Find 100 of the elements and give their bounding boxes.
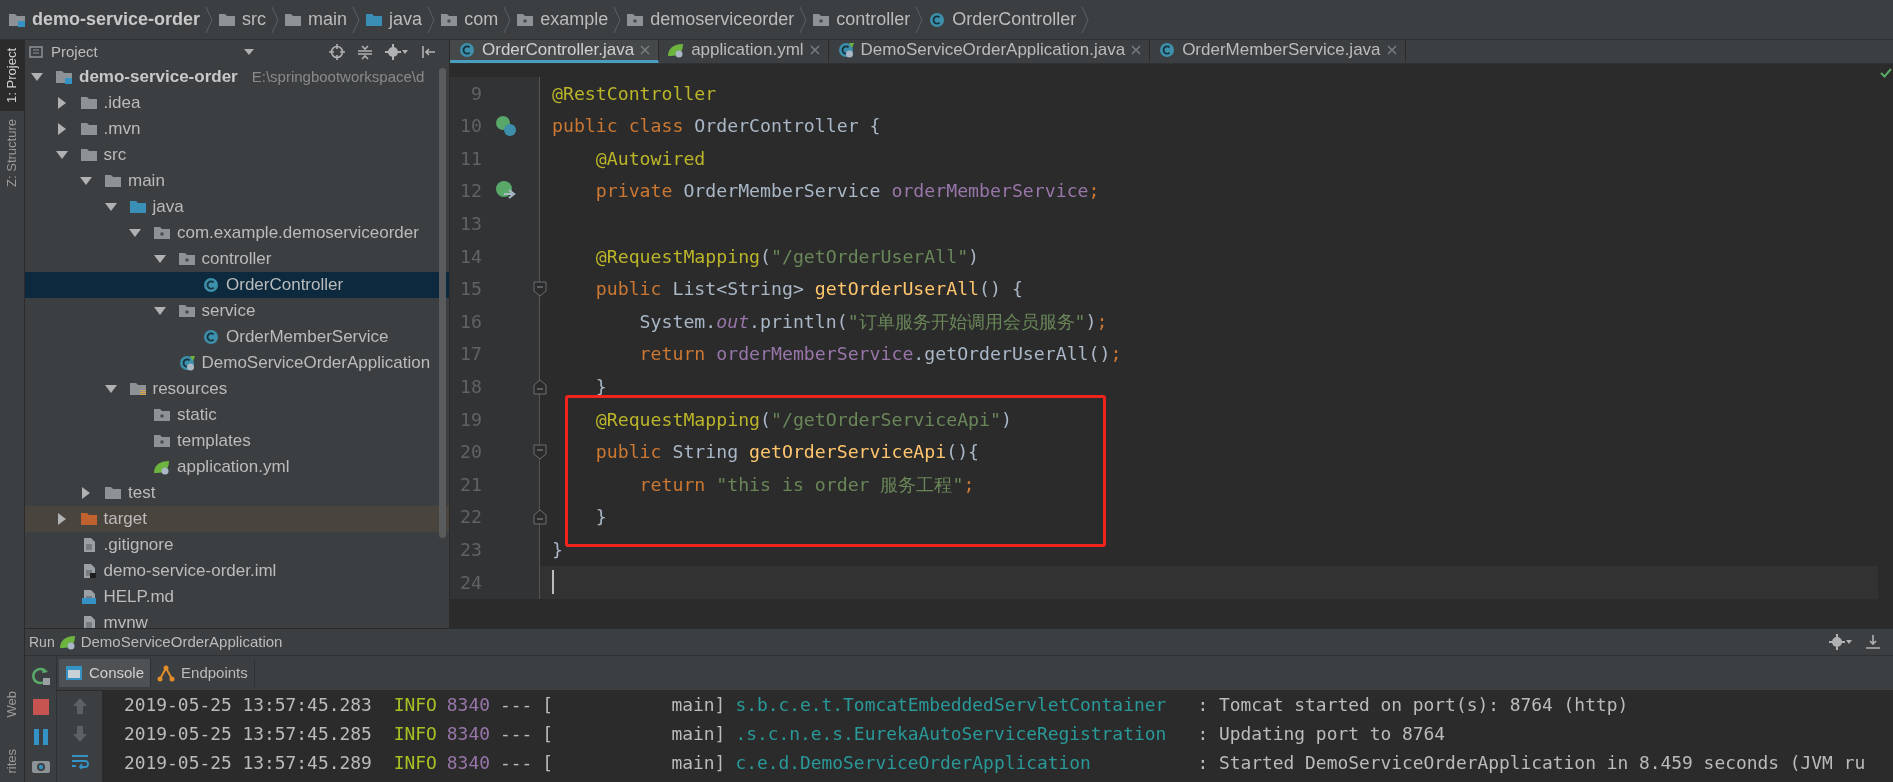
chevron-icon (270, 5, 281, 34)
breadcrumb-item[interactable]: com (440, 6, 499, 33)
tool-window-tab[interactable]: rites (0, 741, 24, 782)
camera-icon[interactable] (30, 758, 51, 774)
tree-item[interactable]: .mvn (25, 116, 449, 142)
triangle-down-icon[interactable] (55, 149, 68, 161)
tool-window-tab[interactable]: 1: Project (0, 40, 24, 111)
triangle-right-icon[interactable] (80, 487, 92, 499)
folder-icon (79, 147, 98, 163)
package-icon (153, 407, 171, 423)
folder-icon (284, 11, 303, 28)
hide-panel-icon[interactable] (421, 44, 437, 60)
triangle-down-icon[interactable] (104, 383, 117, 395)
tool-window-tab[interactable]: Web (0, 682, 24, 726)
tree-item[interactable]: main (25, 168, 449, 194)
chevron-icon (204, 5, 215, 34)
folder-icon (79, 511, 98, 527)
chevron-icon (351, 5, 362, 34)
triangle-down-icon[interactable] (31, 71, 43, 83)
tool-window-tab[interactable]: Z: Structure (0, 110, 24, 195)
editor-tab[interactable]: application.yml (659, 40, 829, 63)
leaf-icon (153, 459, 171, 475)
code-line: @RequestMapping("/getOrderServiceApi") (594, 407, 1012, 432)
tree-item[interactable]: OrderMemberService (25, 324, 449, 350)
tree-item[interactable]: controller (25, 246, 449, 272)
breadcrumb-item[interactable]: OrderController (928, 6, 1077, 33)
tree-item[interactable]: .gitignore (25, 532, 449, 558)
package-icon (516, 11, 535, 28)
check-icon (1879, 68, 1892, 78)
tree-item[interactable]: service (25, 298, 449, 324)
soft-wrap-icon[interactable] (70, 753, 89, 769)
settings-icon[interactable] (1829, 634, 1853, 650)
folder-icon (104, 173, 122, 189)
settings-icon[interactable] (385, 44, 409, 60)
tree-item[interactable]: HELP.md (25, 584, 449, 610)
tree-item[interactable]: mvnw (25, 610, 449, 628)
breadcrumb-item[interactable]: demo-service-order (8, 6, 201, 33)
package-icon (440, 11, 459, 28)
tree-item[interactable]: resources (25, 376, 449, 402)
scrollbar[interactable] (439, 68, 446, 538)
triangle-down-icon[interactable] (104, 201, 117, 213)
breadcrumb-item[interactable]: java (365, 6, 423, 33)
triangle-down-icon[interactable] (153, 253, 166, 265)
triangle-right-icon[interactable] (55, 513, 68, 525)
fold-marker-icon[interactable] (533, 443, 547, 460)
close-icon[interactable] (1131, 45, 1142, 55)
breadcrumb-item[interactable]: example (516, 6, 609, 33)
triangle-right-icon[interactable] (55, 97, 68, 109)
view-dropdown[interactable]: Project (29, 40, 254, 64)
editor-tab[interactable]: OrderMemberService.java (1150, 40, 1406, 63)
code-line: @RequestMapping("/getOrderUserAll") (594, 244, 980, 269)
editor-tab[interactable]: DemoServiceOrderApplication.java (828, 40, 1151, 63)
tree-item[interactable]: demo-service-order E:\springbootworkspace\d (25, 64, 449, 90)
locate-icon[interactable] (329, 44, 345, 60)
tree-item[interactable]: demo-service-order.iml (25, 558, 449, 584)
triangle-down-icon[interactable] (80, 175, 92, 187)
rerun-icon[interactable] (30, 666, 51, 686)
markdown-file-icon (79, 589, 98, 605)
code-line: public String getOrderServiceApi(){ (594, 440, 980, 465)
leaf-icon (667, 42, 686, 58)
tree-item[interactable]: static (25, 402, 449, 428)
package-icon (177, 303, 196, 319)
pause-icon[interactable] (31, 728, 50, 746)
path-hint: E:\springbootworkspace\d (251, 66, 425, 87)
panel-tab[interactable]: Console (59, 659, 152, 687)
code-line: @RestController (552, 81, 717, 106)
tree-item[interactable]: OrderController (25, 272, 449, 298)
breadcrumb-item[interactable]: src (218, 6, 267, 33)
chevron-icon (914, 5, 925, 34)
tree-item[interactable]: src (25, 142, 449, 168)
minimize-icon[interactable] (1865, 634, 1881, 650)
collapse-all-icon[interactable] (357, 44, 373, 60)
module-folder-icon (55, 69, 73, 85)
breadcrumb-item[interactable]: controller (812, 6, 911, 33)
breadcrumb-item[interactable]: demoserviceorder (626, 6, 795, 33)
close-icon[interactable] (1386, 45, 1397, 55)
tree-item[interactable]: java (25, 194, 449, 220)
code-line: return orderMemberService.getOrderUserAll(); (638, 342, 1122, 367)
folder-icon (218, 11, 237, 28)
triangle-right-icon[interactable] (55, 123, 68, 135)
fold-marker-icon[interactable] (533, 280, 547, 297)
tree-item[interactable]: application.yml (25, 454, 449, 480)
fold-marker-icon[interactable] (533, 509, 547, 525)
close-icon[interactable] (809, 45, 820, 55)
tree-item[interactable]: .idea (25, 90, 449, 116)
breadcrumb-item[interactable]: main (284, 6, 348, 33)
folder-icon (79, 121, 98, 137)
code-line: System.out.println("订单服务开始调用会员服务"); (638, 309, 1108, 334)
triangle-down-icon[interactable] (153, 305, 166, 317)
folder-icon (128, 199, 147, 215)
panel-tab[interactable]: Endpoints (151, 659, 255, 687)
editor-tab[interactable]: OrderController.java (450, 40, 660, 63)
code-line: } (552, 537, 563, 562)
triangle-down-icon[interactable] (129, 227, 141, 239)
tree-item[interactable]: templates (25, 428, 449, 454)
tree-item[interactable]: DemoServiceOrderApplication (25, 350, 449, 376)
stop-icon[interactable] (31, 698, 50, 716)
tree-item[interactable]: target (25, 506, 449, 532)
tree-item[interactable]: com.example.demoserviceorder (25, 220, 449, 246)
tree-item[interactable]: test (25, 480, 449, 506)
